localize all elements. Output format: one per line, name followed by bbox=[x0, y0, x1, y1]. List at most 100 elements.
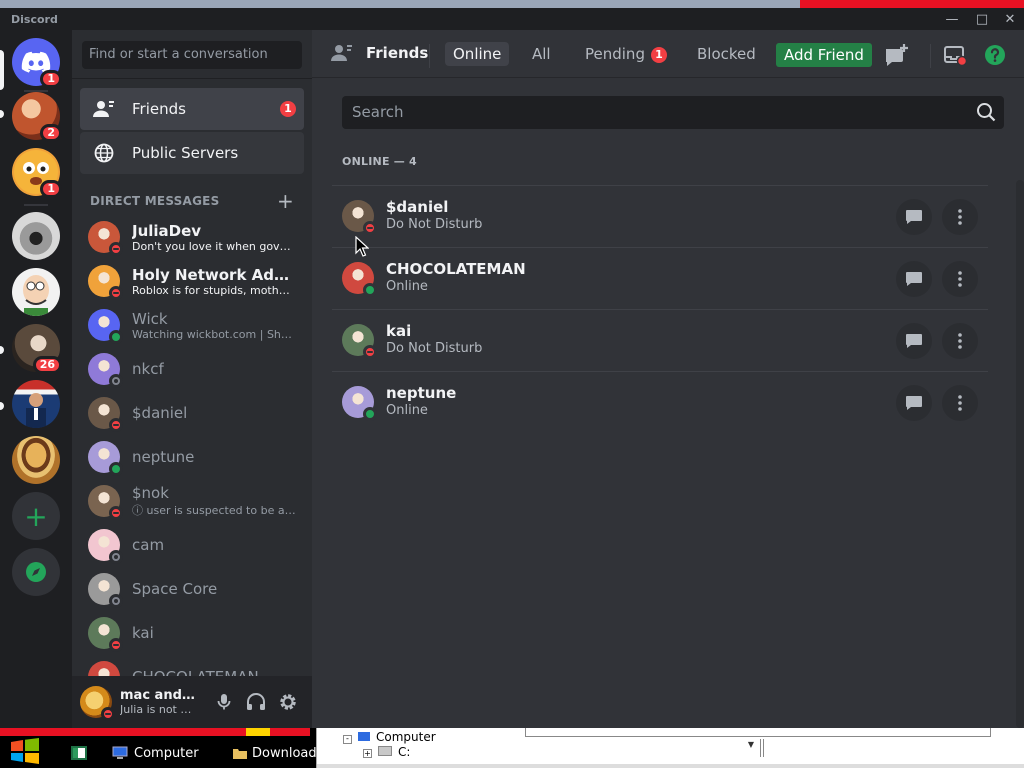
nav-public-servers[interactable]: Public Servers bbox=[80, 132, 304, 174]
windows-start-icon[interactable] bbox=[10, 738, 40, 764]
server-icon[interactable] bbox=[12, 380, 60, 428]
plus-icon: + bbox=[24, 499, 48, 533]
status-dnd-icon bbox=[363, 345, 377, 359]
scrollbar[interactable] bbox=[1016, 180, 1024, 728]
taskbar-item-downloads[interactable]: Downloads bbox=[232, 738, 323, 768]
more-options-button[interactable] bbox=[942, 199, 978, 235]
dm-item[interactable]: kai bbox=[80, 612, 304, 654]
server-icon[interactable] bbox=[12, 212, 60, 260]
avatar bbox=[342, 200, 377, 235]
tab-pending[interactable]: Pending 1 bbox=[577, 42, 675, 66]
tab-all[interactable]: All bbox=[524, 42, 559, 66]
tree-item-computer[interactable]: - Computer bbox=[343, 730, 436, 744]
more-vertical-icon bbox=[958, 271, 962, 287]
close-button[interactable]: ✕ bbox=[996, 10, 1024, 30]
dm-status-text: Roblox is for stupids, motherf... bbox=[132, 283, 296, 297]
dm-item[interactable]: Space Core bbox=[80, 568, 304, 610]
dm-item[interactable]: Wick Watching wickbot.com | Shar... bbox=[80, 304, 304, 346]
server-icon[interactable] bbox=[12, 268, 60, 316]
message-button[interactable] bbox=[896, 261, 932, 297]
friend-row[interactable]: $daniel Do Not Disturb bbox=[332, 185, 988, 247]
friend-row[interactable]: kai Do Not Disturb bbox=[332, 309, 988, 371]
find-conversation-button[interactable]: Find or start a conversation bbox=[82, 41, 302, 69]
dm-status-text: Don't you love it when govern... bbox=[132, 239, 296, 253]
create-dm-button[interactable]: + bbox=[277, 189, 294, 213]
headphones-icon[interactable] bbox=[244, 690, 268, 714]
maximize-button[interactable]: □ bbox=[968, 10, 996, 30]
online-count-header: ONLINE — 4 bbox=[342, 155, 417, 168]
status-dnd-icon bbox=[109, 242, 123, 256]
chat-bubble-icon bbox=[906, 272, 922, 286]
server-rail: 1 2 1 26 + bbox=[0, 30, 72, 728]
avatar bbox=[88, 265, 123, 300]
dm-item[interactable]: nkcf bbox=[80, 348, 304, 390]
server-icon[interactable]: 26 bbox=[12, 324, 62, 374]
minimize-button[interactable]: — bbox=[938, 10, 966, 30]
chat-bubble-icon bbox=[906, 396, 922, 410]
rail-divider bbox=[24, 204, 48, 206]
address-dropdown[interactable]: ▼ bbox=[525, 739, 761, 757]
gear-icon[interactable] bbox=[276, 690, 300, 714]
avatar bbox=[88, 573, 123, 608]
dm-item[interactable]: neptune bbox=[80, 436, 304, 478]
dm-item[interactable]: cam bbox=[80, 524, 304, 566]
status-offline-icon bbox=[109, 550, 123, 564]
microphone-icon[interactable] bbox=[212, 690, 236, 714]
friends-icon bbox=[330, 43, 354, 63]
dm-item[interactable]: JuliaDev Don't you love it when govern... bbox=[80, 216, 304, 258]
explore-servers-button[interactable] bbox=[12, 548, 60, 596]
dm-name: $nok bbox=[132, 484, 169, 502]
avatar bbox=[88, 353, 123, 388]
help-icon[interactable] bbox=[982, 42, 1008, 68]
more-options-button[interactable] bbox=[942, 385, 978, 421]
message-button[interactable] bbox=[896, 323, 932, 359]
home-button[interactable]: 1 bbox=[12, 38, 62, 88]
tab-blocked[interactable]: Blocked bbox=[689, 42, 764, 66]
taskbar-app-icon[interactable] bbox=[70, 738, 88, 768]
search-field[interactable] bbox=[763, 739, 1024, 757]
avatar bbox=[342, 324, 377, 359]
friend-status-text: Do Not Disturb bbox=[386, 217, 483, 232]
more-options-button[interactable] bbox=[942, 323, 978, 359]
inbox-icon[interactable] bbox=[942, 42, 968, 68]
friend-name: kai bbox=[386, 322, 412, 340]
tab-online[interactable]: Online bbox=[445, 42, 510, 66]
user-panel: mac and c... Julia is not b... bbox=[72, 676, 312, 728]
friend-name: CHOCOLATEMAN bbox=[386, 260, 526, 278]
server-icon[interactable] bbox=[12, 436, 60, 484]
notification-badge: 1 bbox=[40, 180, 62, 198]
server-icon[interactable]: 1 bbox=[12, 148, 62, 198]
friend-search-input[interactable]: Search bbox=[342, 96, 1004, 129]
add-friend-button[interactable]: Add Friend bbox=[776, 43, 872, 67]
avatar[interactable] bbox=[80, 686, 115, 721]
unread-indicator bbox=[0, 110, 4, 118]
nav-friends[interactable]: Friends 1 bbox=[80, 88, 304, 130]
message-button[interactable] bbox=[896, 385, 932, 421]
dm-item[interactable]: $nok ⓘ user is suspected to be a p... bbox=[80, 480, 304, 522]
dm-name: neptune bbox=[132, 448, 195, 466]
dm-item[interactable]: Holy Network AdapterRoblox is for stupid… bbox=[80, 260, 304, 302]
tree-item-drive[interactable]: + C: bbox=[363, 745, 410, 759]
username[interactable]: mac and c... bbox=[120, 688, 196, 703]
dm-item[interactable]: $daniel bbox=[80, 392, 304, 434]
friend-row[interactable]: neptune Online bbox=[332, 371, 988, 433]
mouse-cursor-icon bbox=[355, 236, 369, 257]
unread-indicator bbox=[0, 402, 4, 410]
taskbar-item-computer[interactable]: Computer bbox=[112, 738, 199, 768]
chat-bubble-icon bbox=[906, 210, 922, 224]
dm-name: Holy Network Adapter bbox=[132, 265, 296, 284]
friend-row[interactable]: CHOCOLATEMAN Online bbox=[332, 247, 988, 309]
more-options-button[interactable] bbox=[942, 261, 978, 297]
message-button[interactable] bbox=[896, 199, 932, 235]
notification-badge: 26 bbox=[32, 356, 62, 374]
friend-name: neptune bbox=[386, 384, 457, 402]
status-dnd-icon bbox=[101, 707, 115, 721]
friends-badge: 1 bbox=[280, 101, 296, 117]
dm-section-header: DIRECT MESSAGES + bbox=[90, 189, 294, 213]
dm-name: JuliaDev bbox=[132, 221, 202, 240]
add-server-button[interactable]: + bbox=[12, 492, 60, 540]
unread-indicator bbox=[0, 346, 4, 354]
notification-badge: 1 bbox=[40, 70, 62, 88]
new-group-dm-icon[interactable] bbox=[884, 42, 910, 68]
server-icon[interactable]: 2 bbox=[12, 92, 62, 142]
